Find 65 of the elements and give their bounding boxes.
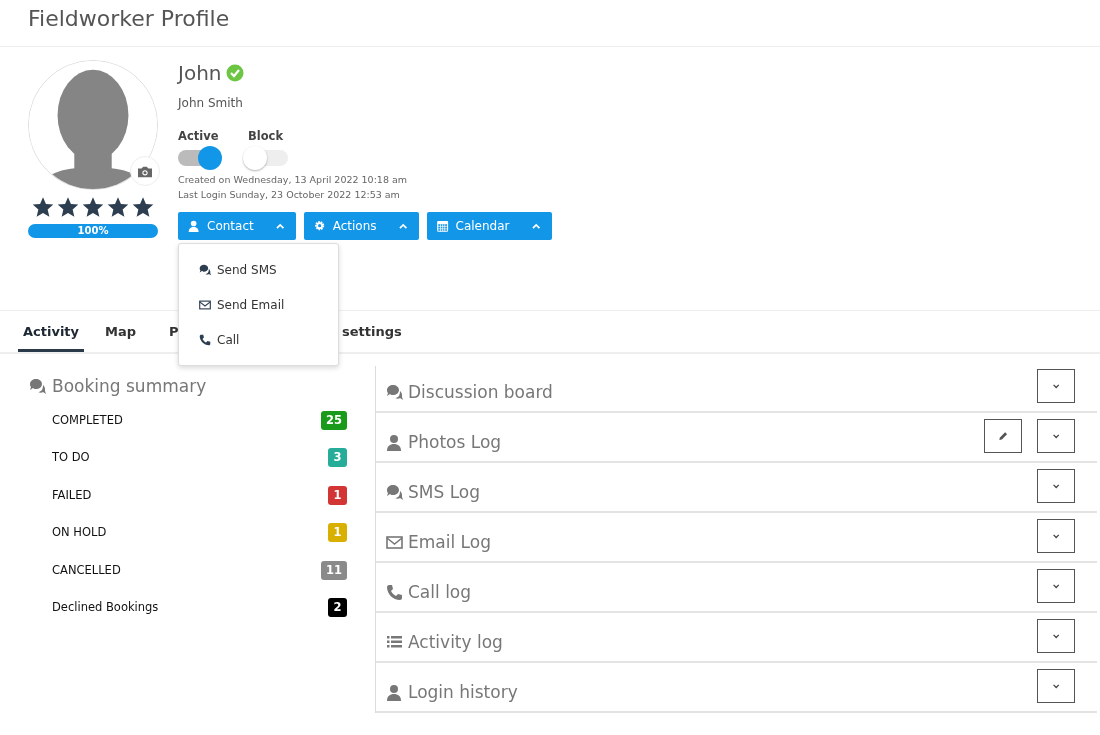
user-icon [188,220,200,233]
tab[interactable]: Map [105,311,151,352]
toggle-label: Block [248,128,285,145]
expand-button[interactable] [1037,419,1075,453]
panel-title: Call log [408,580,472,604]
tab[interactable]: Activity [18,311,84,352]
panel-title: Photos Log [408,430,502,454]
menu-item[interactable]: Send SMS [179,252,338,288]
pencil-icon [997,430,1009,442]
toggle-label: Active [178,128,220,145]
star-icon [32,196,54,218]
count-badge: 3 [328,448,347,468]
last-login: Last Login Sunday, 23 October 2022 12:53 am [178,188,401,203]
status-label: ON HOLD [52,524,107,542]
page-title: Fieldworker Profile [0,0,1100,47]
full-name: John Smith [178,95,244,112]
panel-title: SMS Log [408,480,481,504]
panel-title: Discussion board [408,380,553,404]
created-date: Created on Wednesday, 13 April 2022 10:18 am [178,173,409,188]
tab[interactable]: settings [342,311,402,352]
star-icon [132,196,154,218]
tab[interactable]: P [169,311,181,352]
phone-icon [386,583,403,601]
status-label: FAILED [52,486,92,504]
star-icon [57,196,79,218]
expand-button[interactable] [1037,619,1075,653]
expand-button[interactable] [1037,569,1075,603]
star-icon [82,196,104,218]
count-badge: 11 [321,560,347,580]
expand-button[interactable] [1037,669,1075,703]
gear-icon [313,220,326,233]
chat-icon [386,483,403,501]
count-badge: 1 [328,523,347,543]
list-icon [386,633,403,651]
star-icon [107,196,129,218]
progress-fill: 100% [28,224,158,238]
phone-icon [199,333,211,346]
section-title: Booking summary [52,375,207,398]
panel-title: Login history [408,680,518,704]
chat-icon [199,263,211,276]
count-badge: 25 [321,410,347,430]
status-label: TO DO [52,449,90,467]
envelope-icon [386,533,403,551]
status-label: Declined Bookings [52,599,159,617]
expand-button[interactable] [1037,519,1075,553]
calendar-icon [436,220,449,233]
menu-item[interactable]: Send Email [179,287,338,323]
display-name: John [178,60,222,87]
chat-icon [386,383,403,401]
panel-title: Email Log [408,530,491,554]
camera-icon [137,164,153,178]
user-icon [386,683,403,701]
status-label: CANCELLED [52,561,121,579]
expand-button[interactable] [1037,369,1075,403]
chat-icon [28,378,47,396]
count-badge: 1 [328,485,347,505]
edit-button[interactable] [984,419,1022,453]
panel-title: Activity log [408,630,503,654]
camera-button[interactable] [130,156,160,186]
user-icon [386,433,403,451]
count-badge: 2 [328,598,347,618]
expand-button[interactable] [1037,469,1075,503]
status-label: COMPLETED [52,411,123,429]
envelope-icon [199,298,211,311]
menu-item[interactable]: Call [179,322,338,358]
